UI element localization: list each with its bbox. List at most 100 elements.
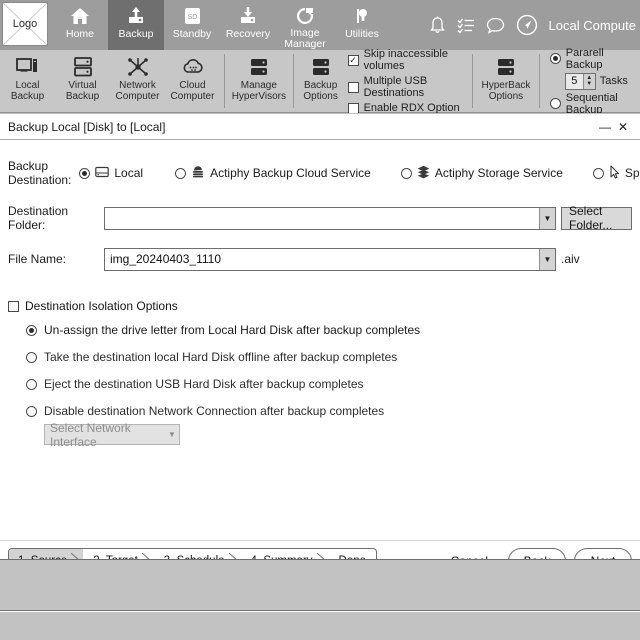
dialog-title: Backup Local [Disk] to [Local]: [8, 119, 166, 134]
checkbox-skip-inaccessible-volumes[interactable]: ✓ Skip inaccessible volumes: [347, 48, 469, 72]
destination-folder-combo[interactable]: ▼: [104, 206, 556, 230]
destination-option-specify-location[interactable]: Specify Location: [592, 164, 640, 182]
upload-icon: [126, 5, 146, 27]
cloud-stack-icon: [191, 165, 205, 181]
ribbon-button-network-computer-line2: Computer: [115, 91, 160, 102]
chat-icon[interactable]: [486, 17, 505, 34]
app-logo[interactable]: Logo: [2, 2, 48, 46]
isolation-option-unassign-drive-letter[interactable]: Un-assign the drive letter from Local Ha…: [26, 323, 632, 337]
ribbon-toolbar: Local Backup Virtual Backup Network Comp…: [0, 47, 640, 116]
chevron-down-icon[interactable]: ▼: [539, 207, 555, 229]
ribbon-button-backup-options[interactable]: Backup Options: [298, 50, 344, 112]
destination-isolation-options-checkbox[interactable]: Destination Isolation Options: [8, 299, 632, 313]
radio-dot-take-disk-offline: [26, 351, 37, 363]
ribbon-button-virtual-backup-line1: Virtual: [68, 80, 97, 91]
radio-dot-storage-service: [400, 167, 412, 179]
download-icon: [238, 5, 258, 27]
select-folder-button[interactable]: Select Folder...: [561, 204, 632, 232]
tasks-stepper-value: 5: [571, 74, 578, 87]
nav-item-image-manager[interactable]: Image Manager: [276, 0, 334, 50]
ribbon-separator-3: [472, 54, 473, 108]
ribbon-button-cloud-computer-line1: Cloud: [179, 80, 206, 91]
isolation-option-unassign-drive-letter-label: Un-assign the drive letter from Local Ha…: [44, 323, 421, 337]
bottom-panel-lower: [0, 612, 640, 640]
ribbon-button-hyperback-options-line2: Options: [488, 91, 524, 102]
bell-icon[interactable]: [429, 16, 446, 35]
tasks-stepper[interactable]: 5 ▲ ▼: [564, 72, 596, 90]
file-name-combo[interactable]: img_20240403_1110 ▼: [104, 247, 556, 271]
backup-dialog: Backup Local [Disk] to [Local] — ✕ Backu…: [0, 113, 640, 574]
nav-item-backup[interactable]: Backup: [108, 0, 164, 50]
bottom-panel-upper: [0, 559, 640, 611]
isolation-option-disable-network[interactable]: Disable destination Network Connection a…: [26, 404, 632, 418]
ribbon-button-hyperback-options[interactable]: HyperBack Options: [477, 50, 535, 112]
radio-label-sequential-backup: Sequential Backup: [565, 91, 618, 116]
top-navigation-bar: Logo Home Backup SD Standby Recovery Ima…: [0, 0, 640, 50]
checkbox-box-skip-inaccessible: ✓: [347, 54, 359, 66]
ribbon-button-virtual-backup-line2: Backup: [65, 91, 100, 102]
ribbon-button-manage-hypervisors[interactable]: Manage HyperVisors: [229, 50, 289, 112]
ribbon-group-hyperback: HyperBack Options: [477, 50, 535, 112]
backup-options-icon: [310, 54, 332, 80]
ribbon-button-network-computer[interactable]: Network Computer: [110, 50, 165, 112]
tasks-stepper-arrows[interactable]: ▲ ▼: [582, 73, 595, 89]
tasklist-icon[interactable]: [457, 17, 475, 34]
chevron-down-icon: ▼: [586, 81, 593, 87]
ribbon-button-virtual-backup[interactable]: Virtual Backup: [55, 50, 110, 112]
destination-option-storage-service-label: Actiphy Storage Service: [434, 166, 563, 180]
ribbon-group-hypervisors: Manage HyperVisors: [229, 50, 289, 112]
isolation-option-take-disk-offline-label: Take the destination local Hard Disk off…: [44, 350, 398, 364]
nav-item-recovery-label: Recovery: [225, 28, 271, 40]
ribbon-button-cloud-computer-line2: Computer: [170, 91, 215, 102]
destination-folder-label: Destination Folder:: [8, 204, 69, 232]
nav-item-standby[interactable]: SD Standby: [164, 0, 220, 50]
ribbon-checkbox-group: ✓ Skip inaccessible volumes Multiple USB…: [344, 48, 469, 114]
radio-dot-unassign-drive-letter: [26, 324, 37, 336]
radio-dot-disable-network: [26, 405, 37, 417]
backup-destination-label: Backup Destination:: [8, 159, 72, 187]
ribbon-button-backup-options-line1: Backup: [303, 80, 338, 91]
network-interface-select[interactable]: Select Network Interface ▼: [44, 420, 180, 449]
network-interface-select-value: Select Network Interface: [50, 420, 131, 449]
ribbon-button-local-backup-line1: Local: [15, 80, 40, 91]
application-window: Logo Home Backup SD Standby Recovery Ima…: [0, 0, 640, 640]
chevron-down-icon[interactable]: ▼: [165, 425, 179, 444]
virtual-backup-icon: [72, 54, 94, 80]
nav-item-home[interactable]: Home: [52, 0, 108, 50]
ribbon-separator-1: [224, 54, 225, 108]
checkbox-label-skip-inaccessible: Skip inaccessible volumes: [363, 48, 448, 72]
destination-option-cloud-service[interactable]: Actiphy Backup Cloud Service: [175, 165, 371, 181]
isolation-option-take-disk-offline[interactable]: Take the destination local Hard Disk off…: [26, 350, 632, 364]
ribbon-separator-2: [292, 54, 294, 108]
backup-destination-options: Local Actiphy Backup Cloud Service Actip…: [79, 164, 640, 182]
destination-option-storage-service[interactable]: Actiphy Storage Service: [400, 165, 563, 182]
chevron-down-icon[interactable]: ▼: [539, 248, 555, 270]
checkbox-multiple-usb-destinations[interactable]: Multiple USB Destinations: [347, 75, 469, 99]
ribbon-group-sources: Local Backup Virtual Backup Network Comp…: [0, 50, 220, 112]
radio-sequential-backup[interactable]: Sequential Backup: [549, 91, 640, 116]
home-icon: [70, 5, 90, 27]
ribbon-button-local-backup[interactable]: Local Backup: [0, 50, 55, 112]
nav-item-home-label: Home: [65, 28, 94, 40]
nav-item-standby-label: Standby: [172, 28, 212, 40]
minimize-button[interactable]: —: [596, 120, 614, 134]
ribbon-button-cloud-computer[interactable]: Cloud Computer: [165, 50, 220, 112]
radio-dot-specify-location: [592, 167, 604, 179]
network-computer-icon: [126, 54, 150, 80]
isolation-option-eject-usb-disk[interactable]: Eject the destination USB Hard Disk afte…: [26, 377, 632, 391]
radio-parallel-backup[interactable]: Pararell Backup: [549, 47, 640, 71]
destination-option-local-label: Local: [114, 166, 144, 180]
file-name-row: File Name: img_20240403_1110 ▼ .aiv: [8, 247, 632, 271]
storage-stack-icon: [417, 165, 430, 182]
cloud-computer-icon: [181, 54, 205, 80]
destination-folder-input[interactable]: [105, 208, 539, 229]
close-button[interactable]: ✕: [614, 120, 632, 134]
nav-item-recovery[interactable]: Recovery: [220, 0, 276, 50]
destination-option-local[interactable]: Local: [79, 166, 143, 181]
file-name-input[interactable]: img_20240403_1110: [105, 249, 539, 270]
destination-isolation-options-label: Destination Isolation Options: [25, 299, 178, 313]
tasks-label: Tasks: [599, 75, 628, 87]
nav-item-utilities[interactable]: Utilities: [334, 0, 390, 50]
destination-option-cloud-service-label: Actiphy Backup Cloud Service: [210, 166, 371, 180]
navigate-icon[interactable]: [516, 14, 538, 36]
